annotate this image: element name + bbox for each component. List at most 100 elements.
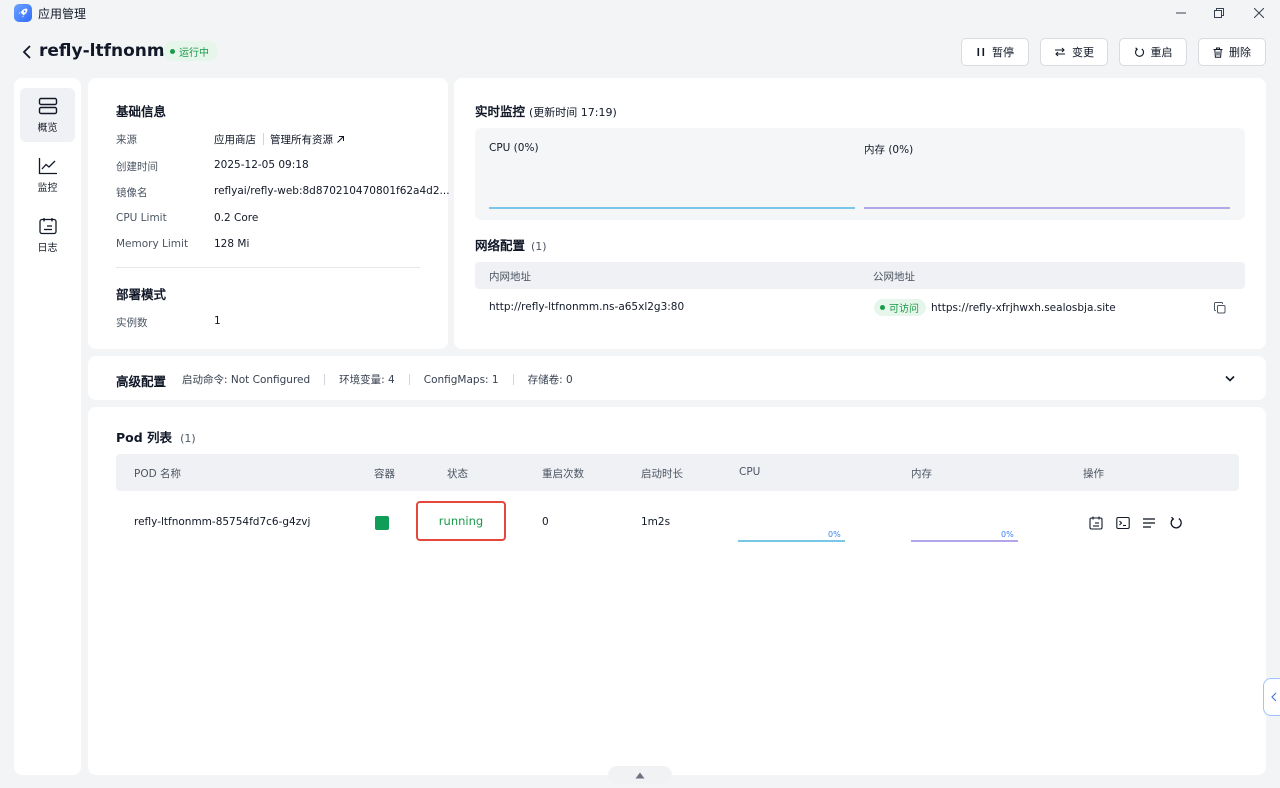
- advanced-config-card[interactable]: 高级配置 启动命令: Not Configured 环境变量: 4 Config…: [88, 356, 1266, 400]
- status-badge: 运行中: [163, 41, 218, 61]
- source-value: 应用商店: [214, 134, 256, 146]
- pod-name[interactable]: refly-ltfnonmm-85754fd7c6-g4zvj: [134, 516, 310, 528]
- cpu-chart-label: CPU (0%): [489, 142, 539, 154]
- overview-icon: [38, 97, 57, 114]
- close-icon[interactable]: [1249, 4, 1269, 22]
- internal-address-value[interactable]: http://refly-ltfnonmm.ns-a65xl2g3:80: [489, 301, 684, 313]
- image-label: 镜像名: [116, 187, 148, 199]
- pod-mem-bar: [911, 540, 1018, 542]
- network-table-header: 内网地址 公网地址: [475, 262, 1245, 289]
- status-dot-icon: [170, 48, 175, 54]
- title-bar: 应用管理: [0, 0, 1280, 28]
- col-uptime: 启动时长: [641, 468, 683, 480]
- pod-list-card: Pod 列表 (1) POD 名称 容器 状态 重启次数 启动时长 CPU 内存…: [88, 407, 1266, 775]
- mem-chart-label: 内存 (0%): [864, 144, 914, 156]
- sidebar-item-label: 概览: [37, 122, 58, 134]
- bottom-panel-toggle[interactable]: [608, 766, 672, 784]
- pause-label: 暂停: [992, 46, 1014, 59]
- pod-mem-value: 0%: [1001, 530, 1014, 539]
- window-title: 应用管理: [38, 7, 87, 21]
- delete-button[interactable]: 删除: [1198, 38, 1266, 66]
- image-value: reflyai/refly-web:8d870210470801f62a4d2.…: [214, 185, 450, 197]
- deploy-mode-title: 部署模式: [116, 287, 167, 302]
- col-status: 状态: [447, 468, 468, 480]
- log-icon: [38, 217, 57, 234]
- advanced-summary: 启动命令: Not Configured 环境变量: 4 ConfigMaps:…: [182, 372, 573, 387]
- pod-status-cell: running: [416, 501, 506, 541]
- network-title: 网络配置: [475, 238, 526, 253]
- public-address-value[interactable]: https://refly-xfrjhwxh.sealosbja.site: [931, 302, 1116, 314]
- change-button[interactable]: 变更: [1040, 38, 1108, 66]
- container-status-icon[interactable]: [375, 516, 389, 530]
- basic-info-title: 基础信息: [116, 104, 167, 119]
- trash-icon: [1213, 47, 1223, 58]
- pod-restart-icon[interactable]: [1167, 514, 1185, 532]
- terminal-icon[interactable]: [1114, 514, 1132, 532]
- col-actions: 操作: [1083, 468, 1104, 480]
- sidebar-item-label: 日志: [37, 242, 58, 254]
- pause-button[interactable]: 暂停: [961, 38, 1029, 66]
- divider: [512, 374, 514, 385]
- configmaps: ConfigMaps: 1: [423, 373, 499, 386]
- pod-events-icon[interactable]: [1087, 514, 1105, 532]
- delete-label: 删除: [1229, 46, 1251, 59]
- caret-up-icon: [635, 772, 645, 778]
- advanced-title: 高级配置: [116, 374, 167, 389]
- minimize-icon[interactable]: [1171, 4, 1191, 22]
- pod-status-text: running: [438, 514, 484, 528]
- section-divider: [116, 267, 420, 268]
- public-address-header: 公网地址: [873, 271, 915, 283]
- restart-label: 重启: [1150, 46, 1173, 59]
- rocket-icon: [14, 4, 32, 22]
- manage-resources-link[interactable]: 管理所有资源: [270, 132, 345, 147]
- accessible-badge: 可访问: [874, 299, 926, 316]
- manage-resources-label: 管理所有资源: [270, 134, 333, 146]
- side-panel-toggle[interactable]: [1263, 678, 1280, 716]
- chevron-down-icon[interactable]: [1223, 371, 1237, 385]
- internal-address-header: 内网地址: [489, 271, 531, 283]
- public-address-row: 可访问 https://refly-xfrjhwxh.sealosbja.sit…: [874, 299, 1116, 316]
- sidebar: 概览 监控 日志: [14, 78, 81, 775]
- copy-icon[interactable]: [1211, 299, 1229, 317]
- col-restarts: 重启次数: [542, 468, 584, 480]
- realtime-chart-panel: CPU (0%) 内存 (0%): [475, 128, 1245, 220]
- sidebar-item-logs[interactable]: 日志: [20, 208, 75, 262]
- monitor-network-card: 实时监控 (更新时间 17:19) CPU (0%) 内存 (0%) 网络配置 …: [454, 78, 1266, 349]
- cpu-chart-line: [489, 207, 855, 209]
- update-time: (更新时间 17:19): [529, 106, 617, 119]
- network-count: (1): [531, 240, 547, 253]
- pod-table-header: POD 名称 容器 状态 重启次数 启动时长 CPU 内存 操作: [116, 454, 1239, 491]
- sidebar-item-label: 监控: [37, 182, 58, 194]
- col-memory: 内存: [911, 468, 932, 480]
- sidebar-item-monitor[interactable]: 监控: [20, 148, 75, 202]
- created-value: 2025-12-05 09:18: [214, 159, 309, 171]
- restore-icon[interactable]: [1209, 4, 1229, 22]
- pod-logs-icon[interactable]: [1140, 514, 1158, 532]
- chevron-left-icon: [1270, 692, 1276, 702]
- restart-button[interactable]: 重启: [1119, 38, 1187, 66]
- instances-label: 实例数: [116, 317, 148, 329]
- created-label: 创建时间: [116, 161, 158, 173]
- monitor-title-row: 实时监控 (更新时间 17:19): [475, 101, 617, 120]
- accessible-text: 可访问: [889, 304, 919, 315]
- pod-list-title-row: Pod 列表 (1): [116, 427, 196, 446]
- swap-icon: [1055, 47, 1065, 57]
- divider: [324, 374, 326, 385]
- back-arrow-icon[interactable]: [18, 42, 34, 62]
- pod-cpu-bar: [738, 540, 845, 542]
- pod-list-title: Pod 列表: [116, 430, 173, 445]
- app-name: refly-ltfnonmm: [39, 41, 183, 61]
- status-text: 运行中: [179, 47, 209, 59]
- sidebar-item-overview[interactable]: 概览: [20, 88, 75, 142]
- pod-count: (1): [180, 432, 196, 445]
- cpu-limit-value: 0.2 Core: [214, 212, 259, 224]
- basic-info-card: 基础信息 来源 应用商店 管理所有资源 创建时间 2025-12-05 09:1…: [88, 78, 450, 349]
- mem-chart-line: [864, 207, 1230, 209]
- monitor-chart-icon: [38, 157, 57, 174]
- pod-uptime: 1m2s: [641, 516, 671, 528]
- divider: [263, 133, 264, 145]
- change-label: 变更: [1072, 46, 1094, 59]
- env-vars: 环境变量: 4: [339, 374, 395, 386]
- external-link-icon: [337, 136, 344, 143]
- memory-limit-value: 128 Mi: [214, 238, 250, 250]
